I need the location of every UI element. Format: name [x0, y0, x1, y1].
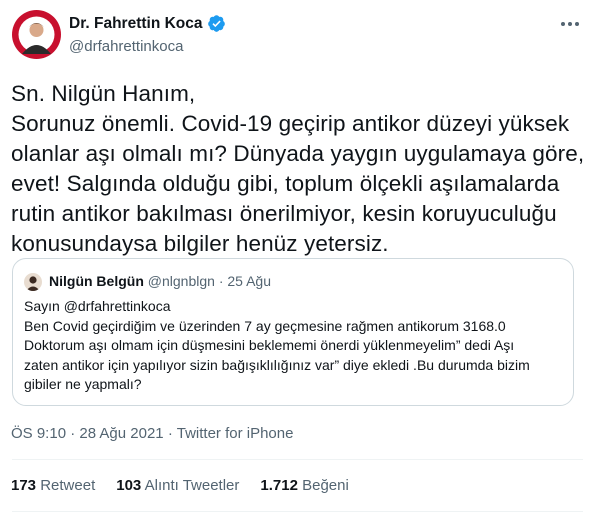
author-display-name[interactable]: Dr. Fahrettin Koca — [69, 15, 203, 33]
quoted-date: 25 Ağu — [227, 273, 271, 289]
tweet-date[interactable]: 28 Ağu 2021 — [79, 425, 163, 442]
tweet-stats: 173 Retweet 103 Alıntı Tweetler 1.712 Be… — [11, 477, 370, 494]
quoted-tweet[interactable]: Nilgün Belgün @nlgnblgn · 25 Ağu Sayın @… — [12, 258, 574, 406]
quoted-author-avatar — [24, 273, 42, 291]
quoted-text-line: gibiler ne yapmalı? — [24, 376, 142, 393]
quoted-separator: · — [218, 273, 224, 289]
quotes-stat[interactable]: 103 Alıntı Tweetler — [116, 477, 239, 494]
divider — [12, 459, 583, 460]
timestamp-separator: · — [167, 425, 173, 442]
quoted-author-name: Nilgün Belgün — [49, 273, 144, 289]
retweets-stat[interactable]: 173 Retweet — [11, 477, 95, 494]
author-handle[interactable]: @drfahrettinkoca — [69, 38, 183, 55]
tweet-source[interactable]: Twitter for iPhone — [177, 425, 294, 442]
retweets-label: Retweet — [40, 477, 96, 494]
verified-badge-icon — [207, 14, 226, 33]
tweet-text: Sn. Nilgün Hanım, Sorunuz önemli. Covid-… — [11, 79, 586, 259]
quotes-label: Alıntı Tweetler — [144, 477, 240, 494]
quoted-text-line: zaten antikor için yapılıyor sizin bağış… — [24, 356, 530, 373]
tweet-timestamp: ÖS 9:10 · 28 Ağu 2021 · Twitter for iPho… — [11, 425, 293, 442]
quoted-text-line: Sayın @drfahrettinkoca — [24, 298, 171, 314]
tweet-card: Dr. Fahrettin Koca @drfahrettinkoca Sn. … — [0, 0, 595, 512]
author-avatar[interactable] — [12, 10, 61, 59]
tweet-text-line: konusundaysa bilgiler henüz yetersiz. — [11, 231, 389, 256]
tweet-text-line: Sorunuz önemli. Covid-19 geçirip antikor… — [11, 111, 570, 136]
quoted-text-line: Ben Covid geçirdiğim ve üzerinden 7 ay g… — [24, 317, 506, 334]
tweet-text-line: evet! Salgında olduğu gibi, toplum ölçek… — [11, 171, 560, 196]
timestamp-separator: · — [70, 425, 76, 442]
likes-count: 1.712 — [260, 477, 298, 494]
quotes-count: 103 — [116, 477, 142, 494]
quoted-tweet-text: Sayın @drfahrettinkoca Ben Covid geçirdi… — [24, 297, 564, 395]
likes-label: Beğeni — [302, 477, 349, 494]
retweets-count: 173 — [11, 477, 37, 494]
quoted-text-line: Doktorum aşı olmam için düşmesini beklem… — [24, 337, 515, 354]
tweet-text-line: Sn. Nilgün Hanım, — [11, 81, 196, 106]
quoted-author-handle: @nlgnblgn — [147, 273, 215, 289]
quoted-tweet-header: Nilgün Belgün @nlgnblgn · 25 Ağu — [49, 273, 271, 289]
more-options-icon[interactable] — [557, 14, 583, 34]
author-name-row: Dr. Fahrettin Koca — [69, 14, 226, 33]
tweet-time[interactable]: ÖS 9:10 — [11, 425, 66, 442]
likes-stat[interactable]: 1.712 Beğeni — [260, 477, 348, 494]
tweet-text-line: olanlar aşı olmalı mı? Dünyada yaygın uy… — [11, 141, 585, 166]
tweet-text-line: rutin antikor bakılması önerilmiyor, kes… — [11, 201, 557, 226]
